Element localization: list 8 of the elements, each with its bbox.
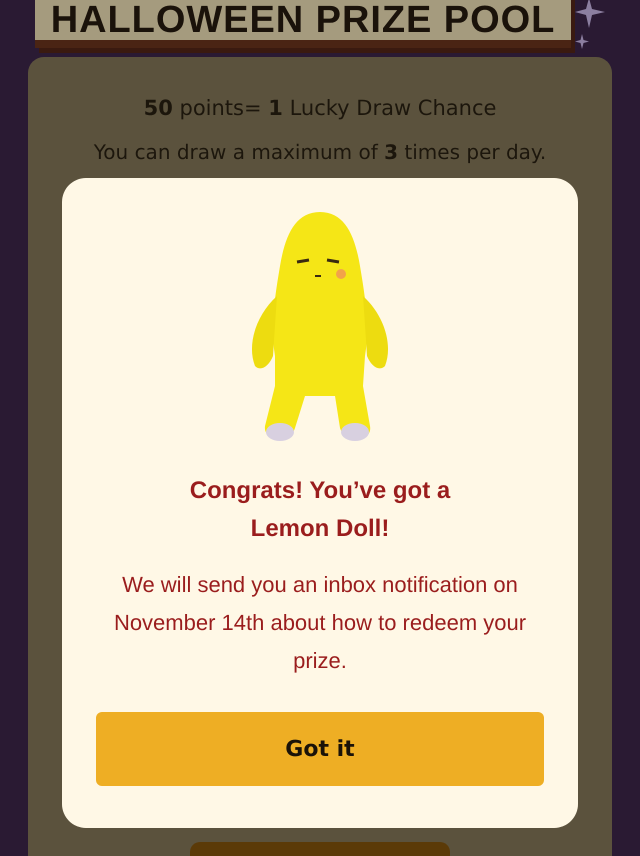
redeem-message: We will send you an inbox notification on November 14th about how to redeem your prize.: [112, 571, 528, 675]
sparkle-icon: [575, 0, 606, 28]
sparkle-icon: [575, 34, 590, 49]
congrats-heading: Congrats! You’ve got a Lemon Doll!: [188, 476, 452, 544]
banner-title: HALLOWEEN PRIZE POOL: [50, 0, 556, 40]
points-rule: 50 points= 1 Lucky Draw Chance: [144, 95, 496, 122]
got-it-button[interactable]: Got it: [96, 712, 544, 786]
daily-limit-rule: You can draw a maximum of 3 times per day.: [94, 138, 546, 166]
